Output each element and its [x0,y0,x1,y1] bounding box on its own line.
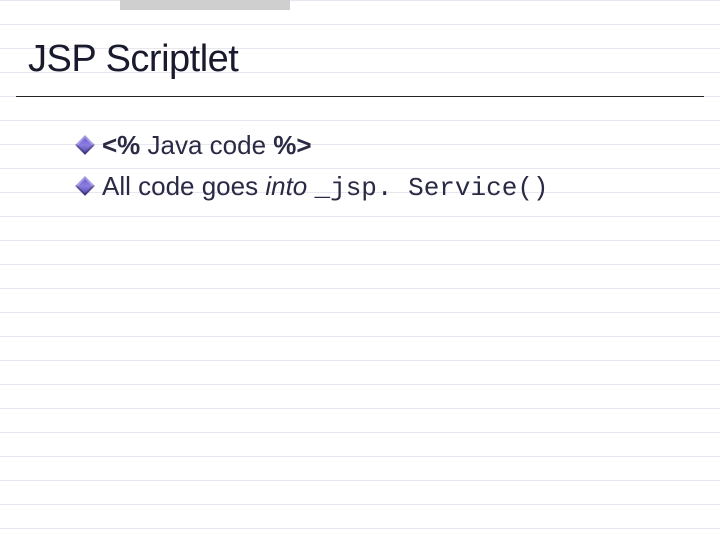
diamond-bullet-icon [75,135,95,155]
bullet-text: All code goes into _jsp. Service() [102,169,549,206]
bullet-item: All code goes into _jsp. Service() [78,169,680,206]
close-tag: %> [273,130,311,160]
content-area: <% Java code %> All code goes into _jsp.… [78,128,680,212]
bullet-item: <% Java code %> [78,128,680,163]
slide-title: JSP Scriptlet [28,38,238,81]
top-sticky-note [120,0,290,10]
slide: JSP Scriptlet <% Java code %> All code g… [0,0,720,540]
italic-text: into [265,171,314,201]
mid-text: Java code [140,130,273,160]
mono-text: _jsp. Service() [314,173,548,203]
lead-text: All code goes [102,171,265,201]
diamond-bullet-icon [75,176,95,196]
bullet-text: <% Java code %> [102,128,312,163]
open-tag: <% [102,130,140,160]
title-underline [16,96,704,97]
